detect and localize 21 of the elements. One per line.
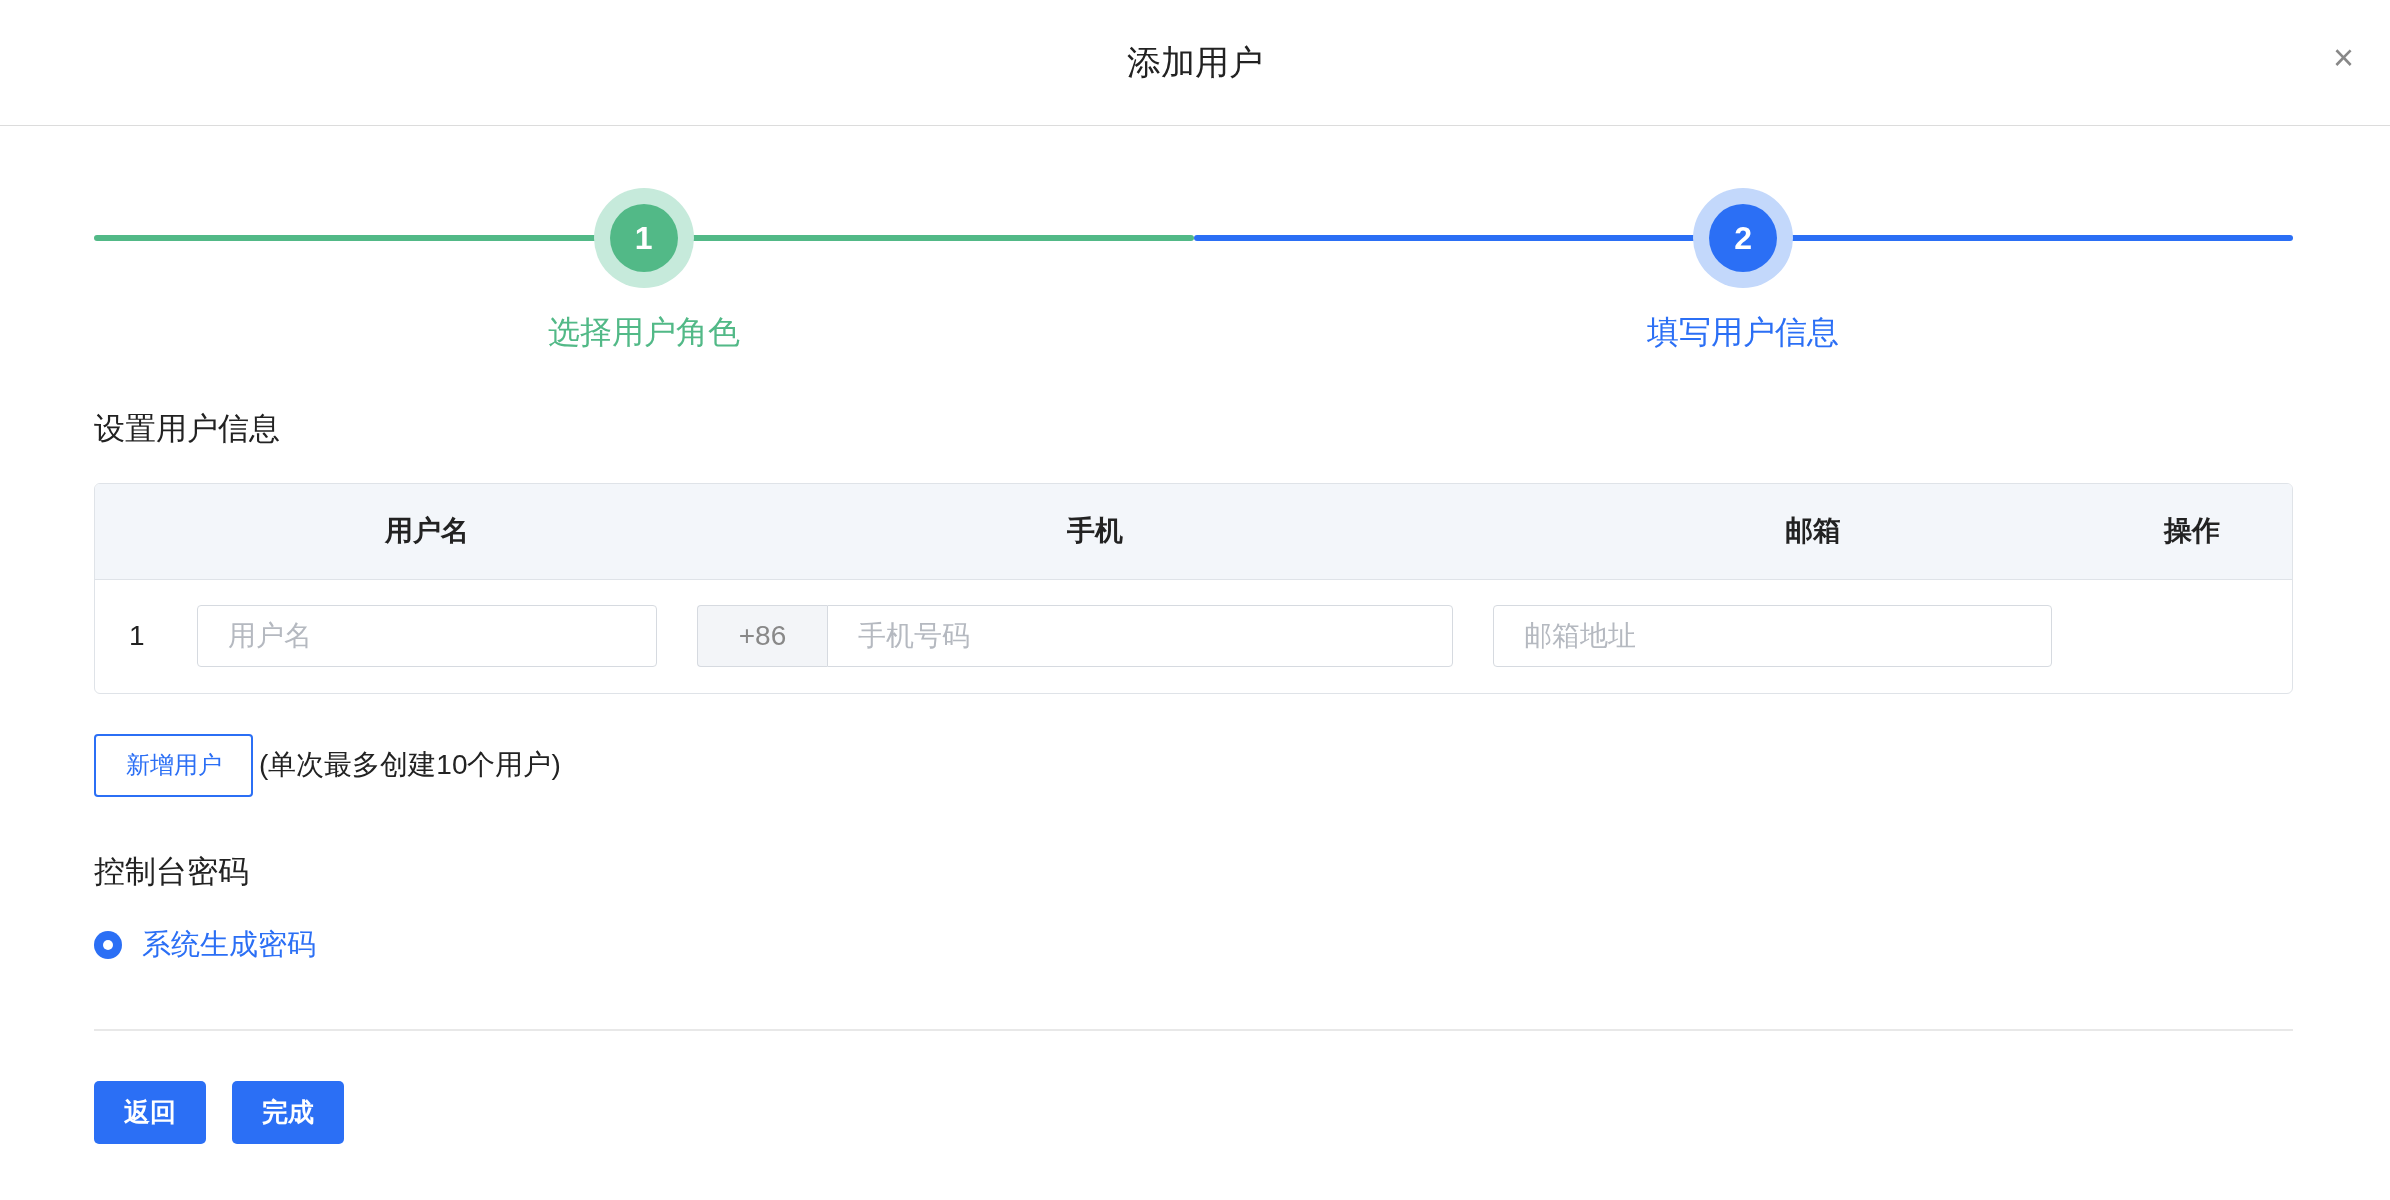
step-label: 填写用户信息 <box>1647 313 1840 352</box>
section-title: 控制台密码 <box>94 852 250 891</box>
row-number: 1 <box>129 620 145 651</box>
username-field[interactable]: 用户名 <box>197 605 657 667</box>
column-header: 用户名 <box>385 514 469 548</box>
email-field[interactable]: 邮箱地址 <box>1493 605 2052 667</box>
add-user-button[interactable]: 新增用户 <box>94 733 253 797</box>
finish-button[interactable]: 完成 <box>232 1080 344 1144</box>
dialog-title: 添加用户 <box>1127 42 1263 83</box>
column-header: 操作 <box>2164 514 2220 548</box>
back-button[interactable]: 返回 <box>94 1080 206 1144</box>
phone-field[interactable]: 手机号码 <box>827 605 1453 667</box>
close-button[interactable]: × <box>2332 40 2354 76</box>
column-header: 邮箱 <box>1784 514 1841 548</box>
country-code: +86 <box>697 605 827 667</box>
step-label: 选择用户角色 <box>547 313 740 352</box>
section-title: 设置用户信息 <box>94 410 281 448</box>
limit-note: (单次最多创建10个用户) <box>259 748 561 782</box>
column-header: 手机 <box>1067 514 1123 548</box>
radio-label[interactable]: 系统生成密码 <box>142 923 316 967</box>
radio-button[interactable] <box>94 930 122 959</box>
